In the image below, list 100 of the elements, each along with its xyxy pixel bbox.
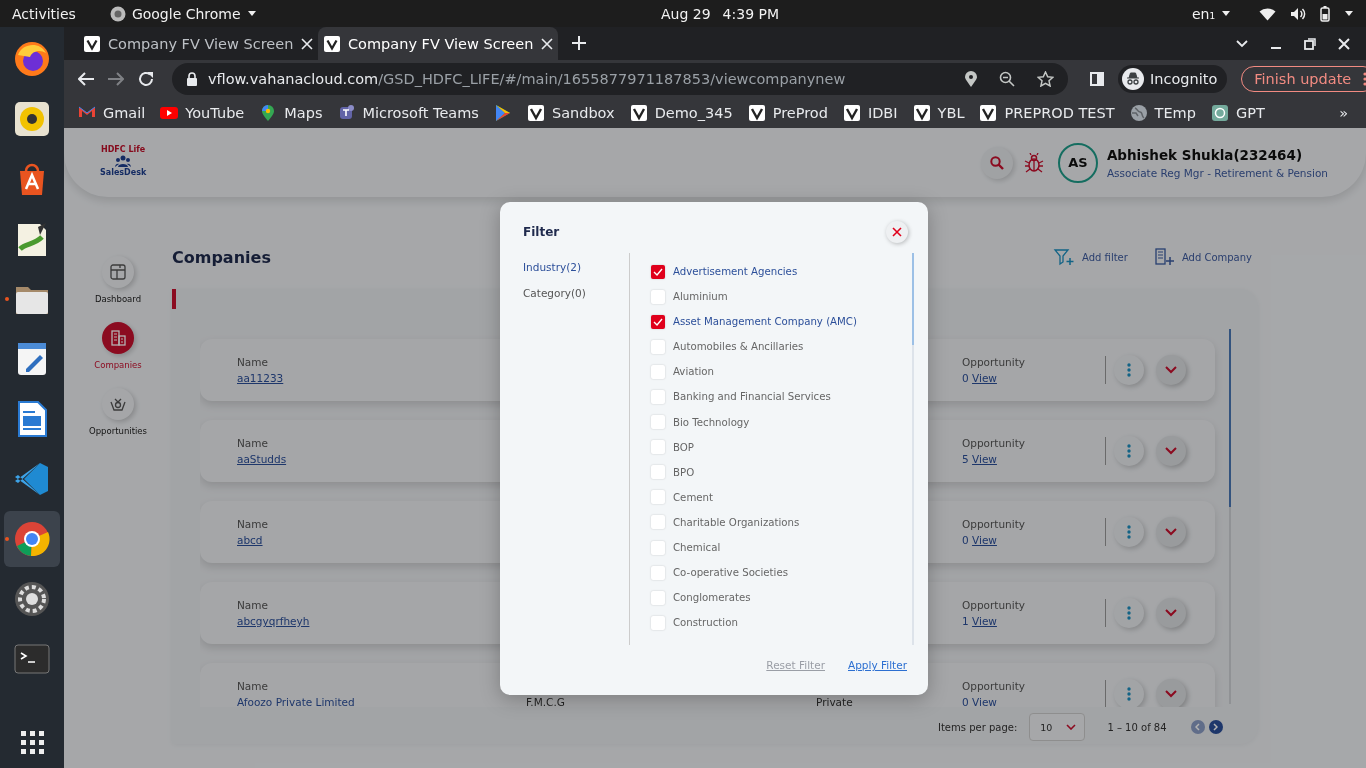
play-icon[interactable] <box>493 104 512 122</box>
scrollbar-thumb[interactable] <box>912 253 914 345</box>
bookmark[interactable]: GPT <box>1210 104 1265 122</box>
checkbox[interactable] <box>651 540 665 555</box>
company-link[interactable]: Afoozo Private Limited <box>237 696 355 707</box>
caret-icon[interactable] <box>1344 9 1354 18</box>
close-icon[interactable] <box>1338 37 1350 50</box>
location-icon[interactable] <box>965 71 977 87</box>
nav-item[interactable]: Dashboard <box>94 256 142 304</box>
option-label[interactable]: Conglomerates <box>673 592 751 604</box>
nav-item[interactable]: Opportunities <box>89 388 147 436</box>
next-page-button[interactable] <box>1208 720 1223 734</box>
checkbox[interactable] <box>651 490 665 505</box>
close-icon[interactable] <box>541 37 554 50</box>
option-label[interactable]: Advertisement Agencies <box>673 266 798 277</box>
option-label[interactable]: BPO <box>673 466 695 478</box>
option-label[interactable]: Cement <box>673 491 714 503</box>
view-link[interactable]: View <box>972 615 997 627</box>
bookmark[interactable]: TEmp <box>1129 104 1196 122</box>
checkbox[interactable] <box>651 590 665 605</box>
battery-icon[interactable] <box>1320 5 1330 22</box>
address-bar[interactable]: vflow.vahanacloud.com/GSD_HDFC_LIFE/#/main/1655877971187853/viewcompanynew <box>172 63 1068 95</box>
checkbox[interactable] <box>651 440 665 455</box>
checkbox[interactable] <box>651 314 665 329</box>
close-button[interactable] <box>886 220 908 243</box>
checkbox[interactable] <box>651 465 665 480</box>
option-label[interactable]: Construction <box>673 617 738 629</box>
view-link[interactable]: View <box>972 534 997 546</box>
bug-icon[interactable] <box>1023 152 1044 173</box>
filter-group-tab[interactable]: Category(0) <box>523 287 629 299</box>
side-panel-icon[interactable] <box>1090 72 1104 86</box>
option-label[interactable]: Banking and Financial Services <box>673 391 831 403</box>
clock-text[interactable]: 4:39 PM <box>722 5 780 22</box>
activities-button[interactable]: Activities <box>12 5 76 22</box>
bookmark[interactable]: IDBI <box>842 104 898 122</box>
zoom-out-icon[interactable] <box>999 71 1015 87</box>
bookmark[interactable]: Gmail <box>78 104 146 122</box>
filter-group-tab[interactable]: Industry(2) <box>523 261 629 273</box>
option-label[interactable]: Aluminium <box>673 291 728 303</box>
option-label[interactable]: Chemical <box>673 542 721 554</box>
checkbox[interactable] <box>651 364 665 379</box>
search-button[interactable] <box>980 146 1013 179</box>
company-link[interactable]: aaStudds <box>237 453 287 465</box>
checkbox[interactable] <box>651 389 665 404</box>
bookmark[interactable]: YBL <box>912 104 965 122</box>
bookmark[interactable]: PreProd <box>747 104 828 122</box>
bookmark[interactable]: PREPROD TEST <box>979 104 1115 122</box>
browser-tab[interactable]: Company FV View Screen <box>318 27 558 60</box>
company-link[interactable]: abcgyqrfheyh <box>237 615 310 627</box>
checkbox[interactable] <box>651 415 665 430</box>
checkbox[interactable] <box>651 339 665 354</box>
bookmark[interactable]: Microsoft Teams <box>337 104 479 122</box>
chevron-down-icon[interactable] <box>1236 39 1248 48</box>
close-icon[interactable] <box>301 37 314 50</box>
option-label[interactable]: BOP <box>673 441 694 453</box>
checkbox[interactable] <box>651 615 665 630</box>
reload-icon[interactable] <box>138 71 154 87</box>
address-text[interactable]: vflow.vahanacloud.com/GSD_HDFC_LIFE/#/main/1655877971187853/viewcompanynew <box>208 71 955 87</box>
checkbox[interactable] <box>651 289 665 304</box>
company-link[interactable]: aa11233 <box>237 372 284 384</box>
action-button[interactable]: Add Company <box>1151 245 1252 269</box>
input-source[interactable]: en₁ <box>1191 5 1215 22</box>
option-label[interactable]: Asset Management Company (AMC) <box>673 316 857 328</box>
volume-icon[interactable] <box>1290 6 1306 21</box>
view-link[interactable]: View <box>972 372 997 384</box>
more-bookmarks[interactable]: » <box>1339 105 1356 121</box>
scrollbar-thumb[interactable] <box>1229 329 1231 507</box>
option-label[interactable]: Co-operative Societies <box>673 567 788 579</box>
date-text[interactable]: Aug 29 <box>661 5 711 22</box>
checkbox[interactable] <box>651 264 665 279</box>
expand-button[interactable] <box>1156 679 1186 707</box>
expand-button[interactable] <box>1156 517 1186 547</box>
option-label[interactable]: Bio Technology <box>673 416 750 428</box>
page-size-select[interactable]: 10 <box>1029 713 1086 741</box>
dock-item[interactable] <box>4 511 60 567</box>
option-label[interactable]: Automobiles & Ancillaries <box>673 341 804 353</box>
expand-button[interactable] <box>1156 436 1186 466</box>
option-label[interactable]: Aviation <box>673 366 714 378</box>
wifi-icon[interactable] <box>1259 6 1276 21</box>
checkbox[interactable] <box>651 565 665 580</box>
view-link[interactable]: View <box>972 696 997 707</box>
apply-filter-link[interactable]: Apply Filter <box>848 659 907 671</box>
user-avatar[interactable]: AS <box>1057 142 1098 183</box>
expand-button[interactable] <box>1156 598 1186 628</box>
app-menu[interactable]: Google Chrome <box>131 5 241 22</box>
nav-item[interactable]: Companies <box>94 322 142 370</box>
company-link[interactable]: abcd <box>237 534 263 546</box>
profile-chip[interactable]: Incognito <box>1118 65 1228 93</box>
star-icon[interactable] <box>1037 71 1054 87</box>
bookmark[interactable]: Demo_345 <box>629 104 733 122</box>
bookmark[interactable]: Maps <box>259 104 323 122</box>
checkbox[interactable] <box>651 515 665 530</box>
expand-button[interactable] <box>1156 355 1186 385</box>
option-label[interactable]: Charitable Organizations <box>673 516 800 528</box>
browser-tab[interactable]: Company FV View Screen <box>78 27 318 60</box>
back-icon[interactable] <box>78 72 94 86</box>
bookmark[interactable]: YouTube <box>160 104 245 122</box>
bookmark[interactable]: Sandbox <box>526 104 615 122</box>
view-link[interactable]: View <box>972 453 997 465</box>
restore-icon[interactable] <box>1304 37 1316 50</box>
